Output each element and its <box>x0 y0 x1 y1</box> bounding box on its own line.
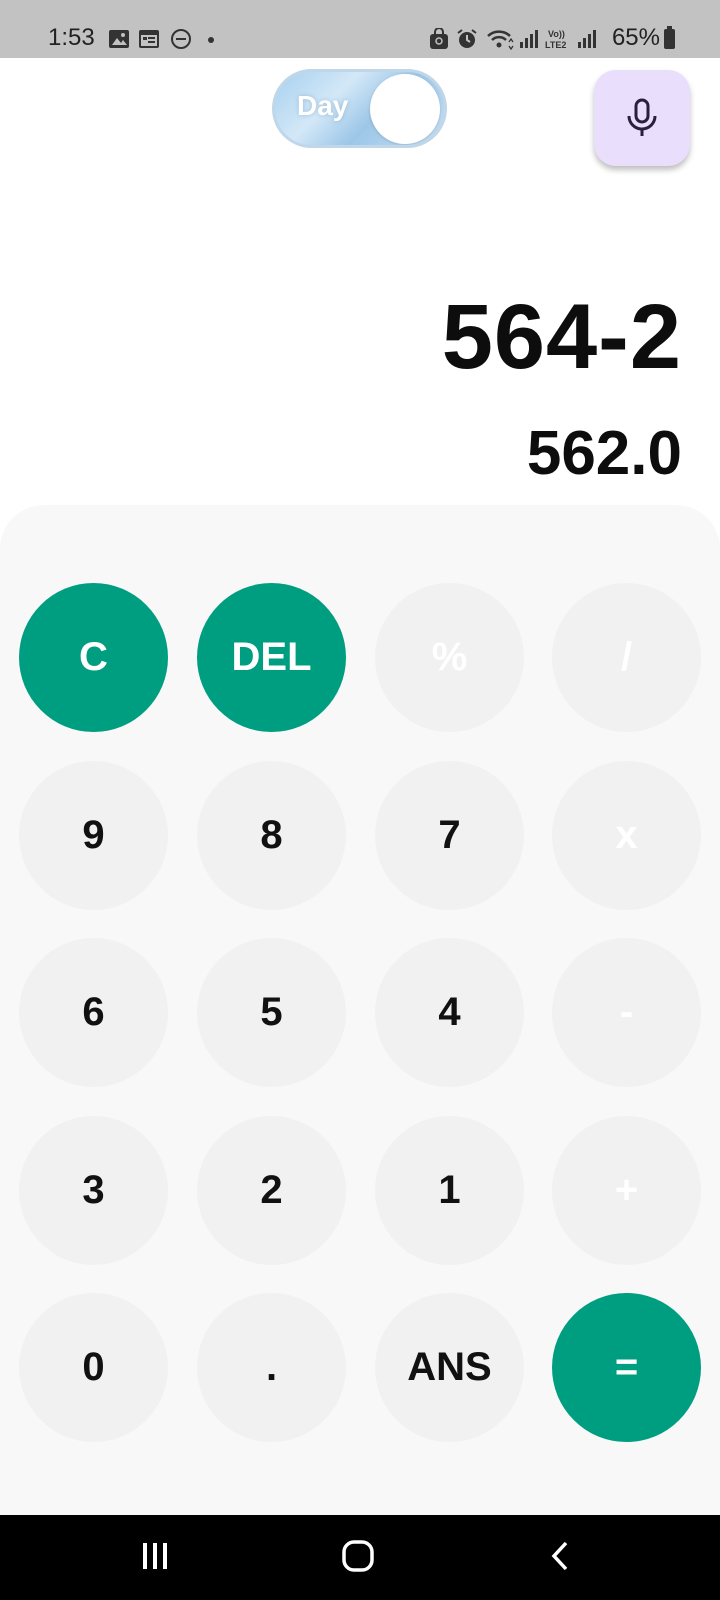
clear-button[interactable]: C <box>19 583 168 732</box>
svg-text:Vo)): Vo)) <box>548 29 565 39</box>
volte-lte2-icon: Vo)) LTE2 <box>545 29 566 50</box>
digit-9-button[interactable]: 9 <box>19 761 168 910</box>
digit-1-button[interactable]: 1 <box>375 1116 524 1265</box>
plus-button[interactable]: + <box>552 1116 701 1265</box>
home-icon[interactable] <box>340 1539 376 1573</box>
signal-icon <box>520 30 538 48</box>
day-night-toggle[interactable]: Day <box>272 69 447 148</box>
result-display: 562.0 <box>526 419 682 488</box>
battery-percent: 65% <box>611 24 660 51</box>
recent-apps-icon[interactable] <box>138 1539 172 1573</box>
signal-icon <box>578 30 596 48</box>
digit-5-button[interactable]: 5 <box>197 938 346 1087</box>
voice-input-button[interactable] <box>594 70 690 166</box>
digit-3-button[interactable]: 3 <box>19 1116 168 1265</box>
wifi-icon <box>487 30 514 50</box>
status-time: 1:53 <box>48 24 95 51</box>
multiply-button[interactable]: x <box>552 761 701 910</box>
ans-button[interactable]: ANS <box>375 1293 524 1442</box>
calendar-icon <box>139 30 159 48</box>
digit-0-button[interactable]: 0 <box>19 1293 168 1442</box>
toggle-knob[interactable] <box>370 74 440 144</box>
divide-button[interactable]: / <box>552 583 701 732</box>
battery-icon <box>664 26 675 49</box>
equals-button[interactable]: = <box>552 1293 701 1442</box>
keypad: C DEL % / 9 8 7 x 6 5 4 - 3 2 1 + 0 . AN… <box>0 505 720 1515</box>
dnd-icon <box>171 29 191 49</box>
dot-icon <box>208 37 214 43</box>
digit-4-button[interactable]: 4 <box>375 938 524 1087</box>
percent-button[interactable]: % <box>375 583 524 732</box>
minus-button[interactable]: - <box>552 938 701 1087</box>
svg-text:LTE2: LTE2 <box>545 40 566 50</box>
microphone-icon <box>627 98 657 136</box>
bag-icon <box>430 28 448 49</box>
status-bar: 1:53 Vo)) LTE2 65% <box>0 0 720 58</box>
delete-button[interactable]: DEL <box>197 583 346 732</box>
digit-8-button[interactable]: 8 <box>197 761 346 910</box>
image-icon <box>109 30 129 48</box>
back-icon[interactable] <box>548 1539 572 1573</box>
alarm-icon <box>457 29 477 48</box>
digit-2-button[interactable]: 2 <box>197 1116 346 1265</box>
digit-7-button[interactable]: 7 <box>375 761 524 910</box>
decimal-point-button[interactable]: . <box>197 1293 346 1442</box>
expression-display: 564-2 <box>441 286 682 388</box>
toggle-label: Day <box>297 90 349 121</box>
navigation-bar <box>0 1515 720 1600</box>
digit-6-button[interactable]: 6 <box>19 938 168 1087</box>
